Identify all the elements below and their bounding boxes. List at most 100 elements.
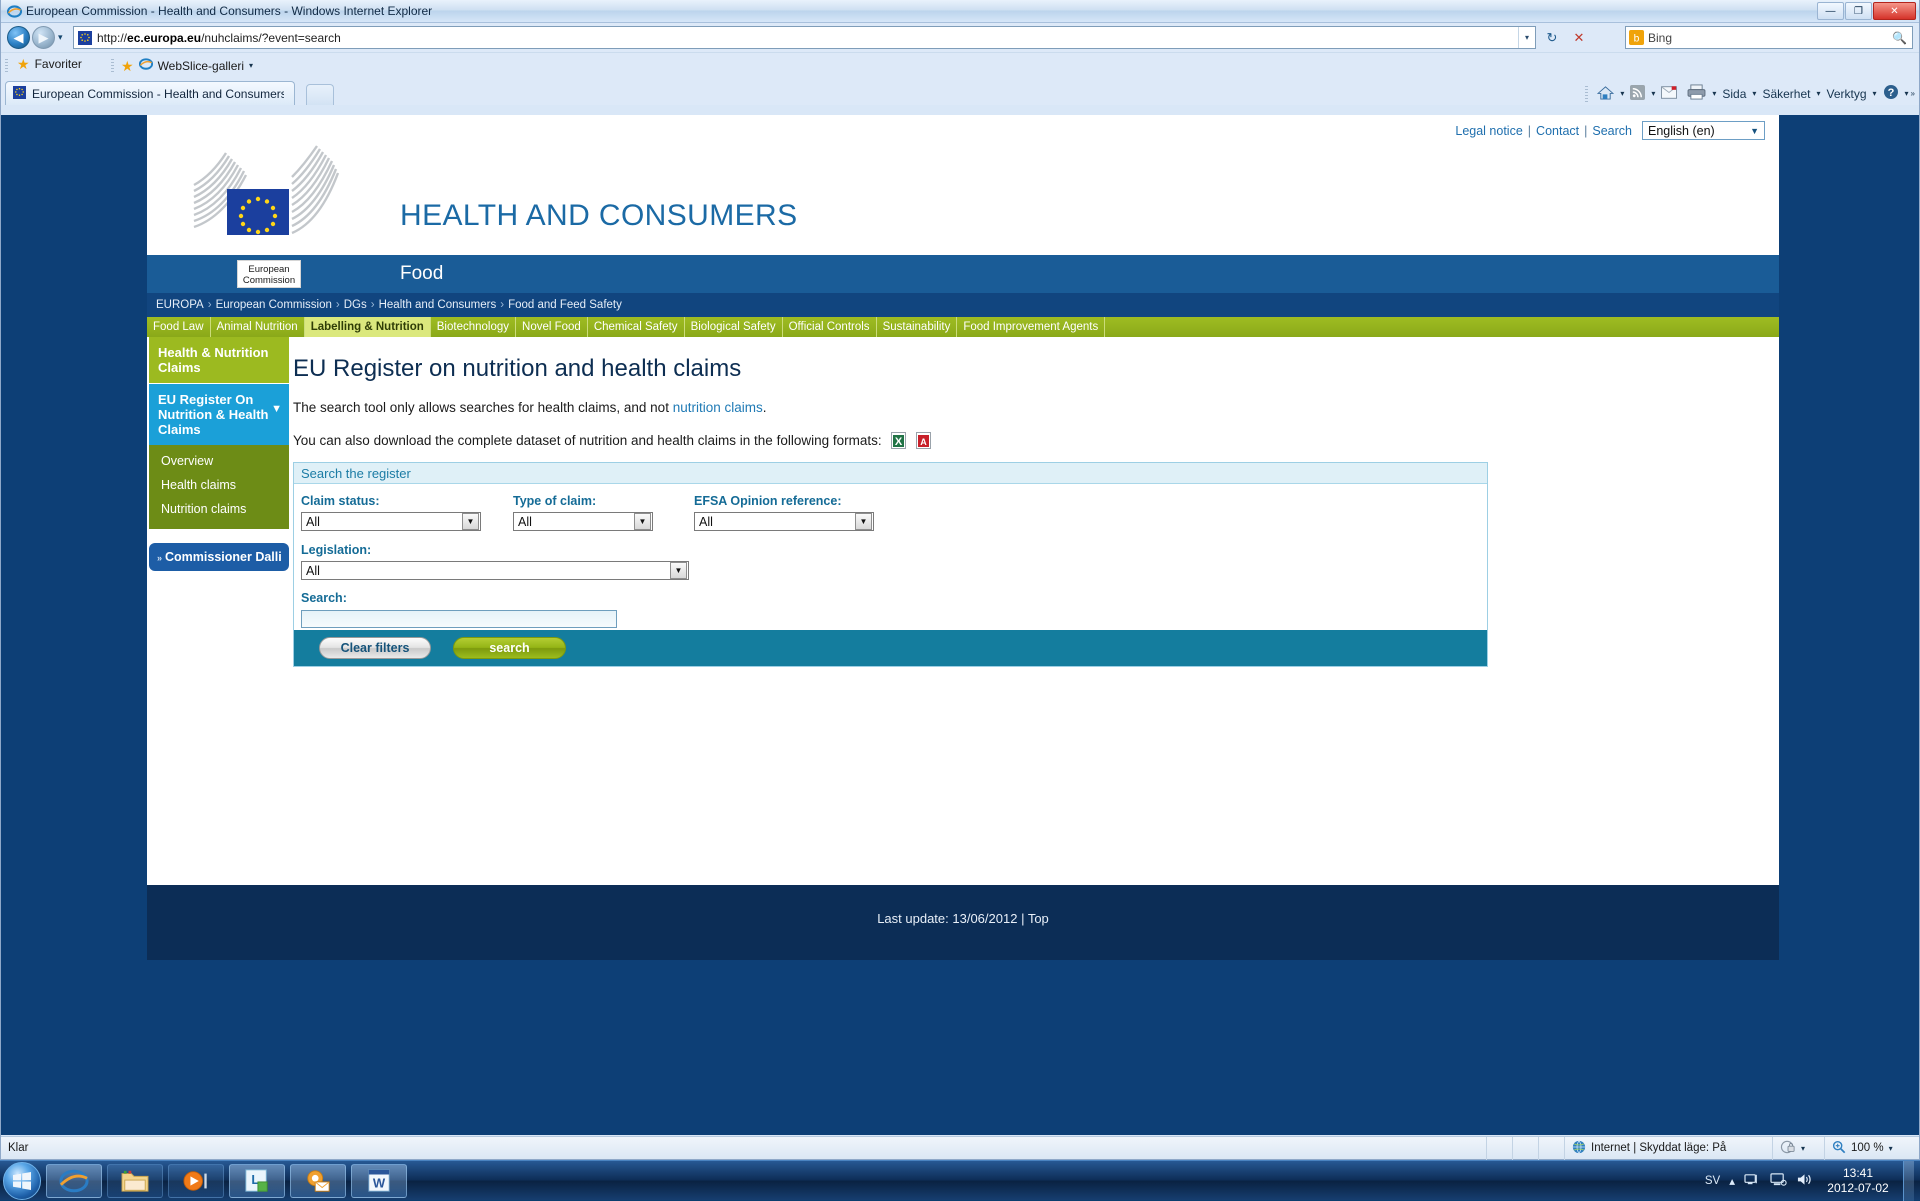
network-icon[interactable] xyxy=(1744,1172,1761,1190)
field-claim-status: Claim status: All ▼ xyxy=(301,494,481,531)
help-icon[interactable]: ? xyxy=(1879,82,1903,105)
sidebar-item-commissioner-dalli[interactable]: » Commissioner Dalli xyxy=(149,543,289,571)
taskbar-media-player[interactable] xyxy=(168,1163,224,1198)
breadcrumb-europa[interactable]: EUROPA xyxy=(156,299,204,311)
pdf-icon[interactable]: A xyxy=(916,432,932,449)
command-bar-grip[interactable] xyxy=(1585,85,1589,102)
breadcrumb-dgs[interactable]: DGs xyxy=(344,299,367,311)
sidebar-item-health-claims[interactable]: Health claims xyxy=(149,473,289,497)
taskbar-word[interactable]: W xyxy=(351,1163,407,1198)
legal-notice-link[interactable]: Legal notice xyxy=(1455,124,1522,138)
taskbar-clock[interactable]: 13:41 2012-07-02 xyxy=(1822,1166,1894,1196)
menu-sida[interactable]: Sida xyxy=(1718,85,1750,103)
webslice-grip[interactable] xyxy=(111,59,114,74)
main-content: EU Register on nutrition and health clai… xyxy=(293,337,1753,667)
feeds-chevron-down-icon[interactable]: ▾ xyxy=(1651,89,1655,98)
print-icon[interactable] xyxy=(1683,82,1710,105)
webslice-gallery-button[interactable]: ★ WebSlice-galleri ▾ xyxy=(121,57,253,74)
volume-icon[interactable] xyxy=(1796,1172,1813,1190)
tab-labelling-nutrition[interactable]: Labelling & Nutrition xyxy=(304,317,431,337)
show-desktop-button[interactable] xyxy=(1903,1160,1914,1201)
read-mail-icon[interactable] xyxy=(1657,84,1681,104)
home-chevron-down-icon[interactable]: ▾ xyxy=(1620,89,1624,98)
tab-biological-safety[interactable]: Biological Safety xyxy=(685,317,783,337)
breadcrumb: EUROPA › European Commission › DGs › Hea… xyxy=(147,293,1779,317)
tray-language[interactable]: SV xyxy=(1705,1175,1720,1187)
search-button[interactable]: search xyxy=(453,637,566,659)
tab-animal-nutrition[interactable]: Animal Nutrition xyxy=(211,317,305,337)
minimize-button[interactable]: — xyxy=(1817,2,1844,20)
claim-status-select[interactable]: All ▼ xyxy=(301,512,481,531)
tab-novel-food[interactable]: Novel Food xyxy=(516,317,588,337)
feeds-icon[interactable] xyxy=(1626,83,1649,105)
forward-button[interactable]: ▶ xyxy=(32,26,55,49)
menu-verktyg[interactable]: Verktyg xyxy=(1822,85,1870,103)
tab-food-law[interactable]: Food Law xyxy=(147,317,211,337)
legislation-value: All xyxy=(306,563,320,578)
tab-food-improvement-agents[interactable]: Food Improvement Agents xyxy=(957,317,1106,337)
language-select[interactable]: English (en) ▼ xyxy=(1642,121,1765,140)
back-button[interactable]: ◀ xyxy=(7,26,30,49)
sidebar-item-eu-register[interactable]: EU Register On Nutrition & Health Claims… xyxy=(149,384,289,445)
close-button[interactable]: ✕ xyxy=(1873,2,1916,20)
efsa-opinion-select[interactable]: All ▼ xyxy=(694,512,874,531)
breadcrumb-food-and-feed-safety[interactable]: Food and Feed Safety xyxy=(508,299,622,311)
search-icon[interactable]: 🔍 xyxy=(1892,31,1907,45)
verktyg-chevron-down-icon[interactable]: ▾ xyxy=(1873,89,1877,98)
svg-text:A: A xyxy=(920,437,927,447)
browser-search-placeholder: Bing xyxy=(1648,30,1673,45)
new-tab-button[interactable] xyxy=(306,84,334,105)
taskbar-internet-explorer[interactable] xyxy=(46,1163,102,1198)
svg-text:b: b xyxy=(1634,33,1640,44)
tab-label: European Commission - Health and Consume… xyxy=(32,86,284,101)
sida-chevron-down-icon[interactable]: ▾ xyxy=(1752,89,1756,98)
search-input[interactable] xyxy=(301,610,617,628)
util-sep-1: | xyxy=(1527,123,1532,138)
print-chevron-down-icon[interactable]: ▾ xyxy=(1712,89,1716,98)
taskbar-windows-explorer[interactable] xyxy=(107,1163,163,1198)
contact-link[interactable]: Contact xyxy=(1536,124,1579,138)
browser-search-input[interactable]: b Bing 🔍 xyxy=(1625,26,1913,49)
help-chevron-down-icon[interactable]: ▾ xyxy=(1905,89,1909,98)
tab-official-controls[interactable]: Official Controls xyxy=(783,317,877,337)
type-of-claim-select[interactable]: All ▼ xyxy=(513,512,653,531)
webslice-chevron-down-icon[interactable]: ▾ xyxy=(249,61,253,70)
sidebar-item-nutrition-claims[interactable]: Nutrition claims xyxy=(149,497,289,521)
taskbar-lync[interactable]: L xyxy=(229,1163,285,1198)
breadcrumb-european-commission[interactable]: European Commission xyxy=(216,299,332,311)
recent-pages-chevron-down-icon[interactable]: ▾ xyxy=(58,32,63,43)
sidebar-item-overview[interactable]: Overview xyxy=(149,449,289,473)
sidebar-section-health-nutrition-claims[interactable]: Health & Nutrition Claims xyxy=(149,337,289,384)
site-search-link[interactable]: Search xyxy=(1592,124,1632,138)
privacy-report-button[interactable]: ▾ xyxy=(1772,1136,1824,1160)
breadcrumb-health-and-consumers[interactable]: Health and Consumers xyxy=(379,299,497,311)
display-icon[interactable] xyxy=(1770,1172,1787,1190)
sakerhet-chevron-down-icon[interactable]: ▾ xyxy=(1816,89,1820,98)
security-zone[interactable]: Internet | Skyddat läge: På xyxy=(1564,1136,1772,1160)
tray-expand-icon[interactable]: ▴ xyxy=(1729,1174,1735,1188)
tab-biotechnology[interactable]: Biotechnology xyxy=(431,317,517,337)
taskbar-outlook[interactable] xyxy=(290,1163,346,1198)
page-viewport: Legal notice | Contact | Search English … xyxy=(1,115,1919,1135)
european-commission-logo xyxy=(184,145,389,255)
browser-tab[interactable]: European Commission - Health and Consume… xyxy=(5,81,295,105)
favbar-grip[interactable] xyxy=(5,59,8,74)
home-icon[interactable] xyxy=(1593,83,1618,105)
command-bar-overflow-icon[interactable]: » xyxy=(1911,89,1915,98)
favorites-button[interactable]: ★ Favoriter xyxy=(17,57,82,71)
nutrition-claims-link[interactable]: nutrition claims xyxy=(673,400,763,415)
tab-sustainability[interactable]: Sustainability xyxy=(877,317,958,337)
menu-sakerhet[interactable]: Säkerhet xyxy=(1758,85,1814,103)
stop-icon[interactable]: ✕ xyxy=(1567,26,1591,49)
tab-chemical-safety[interactable]: Chemical Safety xyxy=(588,317,685,337)
address-input[interactable]: http://ec.europa.eu/nuhclaims/?event=sea… xyxy=(73,26,1536,49)
start-button[interactable] xyxy=(3,1161,41,1200)
footer-top-link[interactable]: Top xyxy=(1028,911,1049,926)
zoom-control[interactable]: 100 % ▾ xyxy=(1824,1136,1919,1160)
maximize-button[interactable]: ❐ xyxy=(1845,2,1872,20)
address-dropdown-chevron-down-icon[interactable]: ▾ xyxy=(1518,27,1535,48)
legislation-select[interactable]: All ▼ xyxy=(301,561,689,580)
refresh-icon[interactable]: ↻ xyxy=(1540,26,1564,49)
clear-filters-button[interactable]: Clear filters xyxy=(319,637,431,659)
excel-icon[interactable]: X xyxy=(891,432,907,449)
